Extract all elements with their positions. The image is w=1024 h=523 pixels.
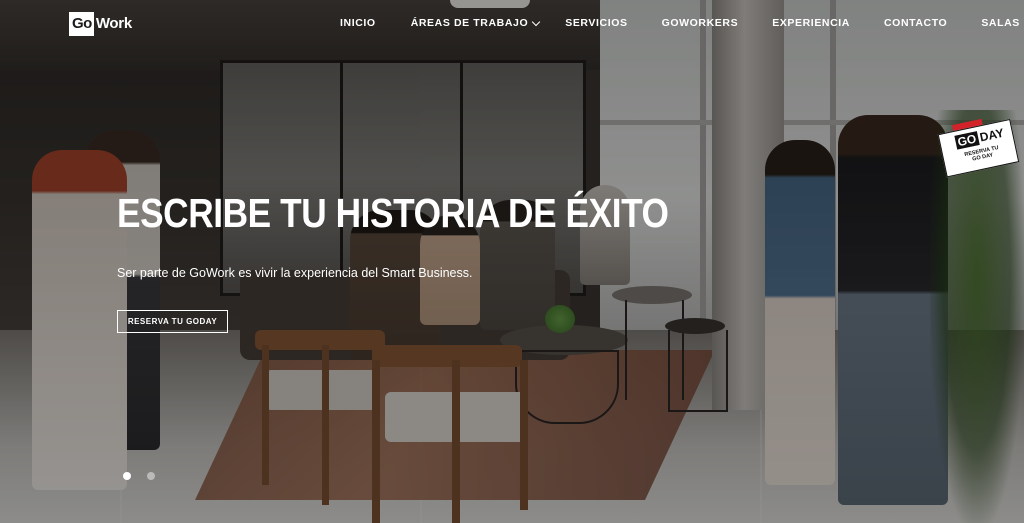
- nav-item-contacto[interactable]: Contacto: [884, 17, 947, 29]
- nav-item-salas[interactable]: Salas: [981, 17, 1020, 29]
- gowork-logo[interactable]: Go Work: [69, 11, 133, 36]
- main-nav: Inicio Áreas de trabajo Servicios Gowork…: [340, 17, 1020, 29]
- nav-item-goworkers[interactable]: Goworkers: [662, 17, 739, 29]
- site-header: Go Work Inicio Áreas de trabajo Servicio…: [0, 0, 1024, 50]
- nav-label: Servicios: [565, 17, 628, 29]
- nav-label: Goworkers: [661, 17, 739, 29]
- hero-title: ESCRIBE TU HISTORIA DE ÉXITO: [117, 190, 669, 236]
- nav-label: Áreas de trabajo: [410, 17, 529, 29]
- nav-label: Contacto: [884, 17, 948, 29]
- hero-background-photo: [0, 0, 1024, 523]
- slider-dot-2[interactable]: [147, 472, 155, 480]
- nav-label: Inicio: [340, 17, 376, 29]
- hero-subtitle: Ser parte de GoWork es vivir la experien…: [117, 266, 473, 280]
- nav-label: Salas: [981, 17, 1020, 29]
- nav-item-inicio[interactable]: Inicio: [340, 17, 376, 29]
- nav-item-areas-de-trabajo[interactable]: Áreas de trabajo: [410, 17, 541, 29]
- nav-item-servicios[interactable]: Servicios: [565, 17, 627, 29]
- logo-text: Work: [95, 15, 132, 32]
- slider-dot-1[interactable]: [123, 472, 131, 480]
- slider-dots: [123, 472, 171, 480]
- reserve-goday-button[interactable]: RESERVA TU GODAY: [117, 310, 228, 333]
- nav-label: Experiencia: [772, 17, 850, 29]
- logo-box-text: Go: [69, 11, 94, 36]
- nav-item-experiencia[interactable]: Experiencia: [772, 17, 850, 29]
- chevron-down-icon: [531, 17, 541, 26]
